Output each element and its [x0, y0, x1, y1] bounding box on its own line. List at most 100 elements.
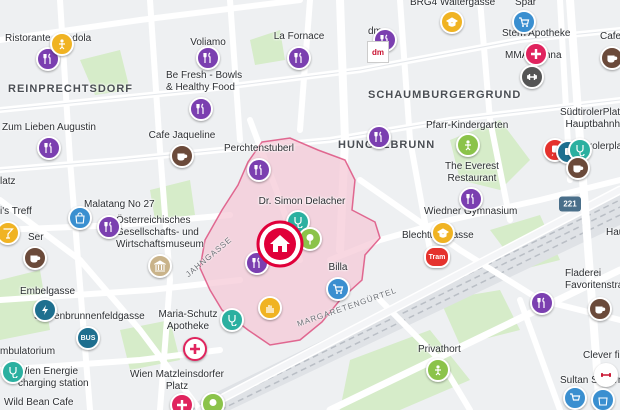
kindergarten-pin[interactable]	[426, 358, 450, 382]
restaurant-pin[interactable]	[97, 215, 121, 239]
graduation-cap-icon	[437, 228, 449, 238]
fitness-pin[interactable]	[520, 65, 544, 89]
restaurant-pin[interactable]	[530, 291, 554, 315]
shop-pin[interactable]	[68, 206, 92, 230]
kindergarten-pin[interactable]	[456, 133, 480, 157]
fork-knife-icon	[203, 52, 211, 63]
label-cafe-jaqueline: Cafe Jaqueline	[148, 130, 216, 141]
label-privathort: Privathort	[418, 344, 461, 355]
pharmacy-cross-icon	[531, 49, 541, 59]
label-oesterr-museum: Österreichisches Gesellschafts- und Wirt…	[116, 215, 204, 250]
label-platz-left: latz	[0, 176, 16, 187]
shop-pin[interactable]	[563, 386, 587, 410]
label-pfarr-kindergarten: Pfarr-Kindergarten	[426, 120, 509, 131]
coffee-cup-icon	[595, 306, 606, 314]
charging-station-pin[interactable]	[33, 298, 57, 322]
label-dr-delacher: Dr. Simon Delacher	[258, 196, 346, 207]
label-wien-matzleinsdorfer: Wien Matzleinsdorfer Platz	[130, 369, 224, 392]
fork-knife-icon	[44, 142, 52, 153]
cart-icon	[570, 393, 581, 401]
cafe-pin[interactable]	[588, 297, 612, 321]
shop-pin[interactable]	[512, 10, 536, 34]
fork-knife-icon	[43, 53, 51, 64]
graduation-cap-icon	[446, 17, 458, 27]
restaurant-pin[interactable]	[459, 187, 483, 211]
park-pin[interactable]	[201, 392, 225, 410]
shopping-bag-icon	[75, 212, 85, 224]
restaurant-pin[interactable]	[196, 46, 220, 70]
home-icon	[256, 220, 304, 268]
coffee-cup-icon	[177, 153, 188, 161]
fork-knife-icon	[374, 131, 382, 142]
restaurant-pin[interactable]	[247, 158, 271, 182]
stethoscope-icon	[9, 367, 18, 378]
museum-pin[interactable]	[148, 254, 172, 278]
cafe-pin[interactable]	[23, 246, 47, 270]
label-wien-energie: Wien Energie charging station	[18, 366, 89, 389]
district-label-schaumburgergrund: SCHAUMBURGERGRUND	[368, 89, 522, 101]
label-treff: i's Treff	[0, 206, 32, 217]
label-be-fresh: Be Fresh - Bowls & Healthy Food	[166, 70, 243, 93]
fork-knife-icon	[466, 193, 474, 204]
label-ristorante-gondola: Ristorante Gondola	[5, 33, 92, 44]
fork-knife-icon	[104, 221, 112, 232]
clinic-pin[interactable]	[1, 360, 25, 384]
cocktail-glass-icon	[3, 228, 14, 239]
pharmacy-pin[interactable]	[524, 42, 548, 66]
shopping-bag-icon	[598, 397, 608, 406]
label-cafe-top: Cafe	[600, 31, 620, 42]
label-clever-fit: Clever fi	[583, 350, 620, 361]
label-ser: Ser	[28, 232, 44, 243]
map-canvas[interactable]: REINPRECHTSDORF SCHAUMBURGERGRUND HUNGEL…	[0, 0, 620, 410]
shop-pin[interactable]	[591, 388, 615, 410]
cafe-pin[interactable]	[600, 46, 620, 70]
label-embelgasse: Embelgasse	[20, 286, 76, 297]
coffee-cup-icon	[573, 165, 584, 173]
pharmacy-cross-icon	[190, 344, 200, 354]
school-pin[interactable]	[431, 221, 455, 245]
label-ambulatorium: mbulatorium	[0, 346, 56, 357]
label-spar: Spar	[515, 0, 537, 8]
coffee-cup-icon	[30, 255, 41, 263]
label-the-everest: The Everest Restaurant	[445, 161, 499, 184]
child-icon	[59, 39, 65, 50]
child-icon	[435, 365, 441, 376]
dumbbell-icon	[527, 74, 537, 80]
school-pin[interactable]	[440, 10, 464, 34]
stethoscope-icon	[576, 145, 585, 156]
daycare-pin[interactable]	[258, 296, 282, 320]
coffee-cup-icon	[607, 55, 618, 63]
label-la-fornace: La Fornace	[273, 31, 325, 42]
tree-icon	[306, 234, 314, 245]
stethoscope-icon	[228, 315, 237, 326]
bus-stop-pin[interactable]: BUS	[76, 326, 100, 350]
label-wild-bean-cafe: Wild Bean Cafe	[4, 397, 74, 408]
district-label-reinprechtsdorf: REINPRECHTSDORF	[8, 83, 134, 95]
bolt-icon	[42, 305, 48, 315]
fitness-pin[interactable]	[594, 363, 618, 387]
restaurant-pin[interactable]	[367, 125, 391, 149]
restaurant-pin[interactable]	[37, 136, 61, 160]
label-billa: Billa	[328, 262, 348, 273]
label-suedtiroler-platz: SüdtirolerPlatz- Hauptbahnhof	[560, 107, 620, 130]
cart-icon	[333, 284, 344, 294]
restaurant-pin[interactable]	[189, 97, 213, 121]
label-sterne-apotheke: Stern Apotheke	[502, 28, 571, 39]
cart-icon	[519, 17, 530, 27]
fork-knife-icon	[537, 297, 545, 308]
school-pin[interactable]	[50, 32, 74, 56]
dm-logo-icon[interactable]: dm	[367, 41, 389, 63]
label-perchtenstuberl: Perchtenstuberl	[223, 143, 295, 154]
medical-pin[interactable]	[220, 308, 244, 332]
label-zum-lieben-augustin: Zum Lieben Augustin	[2, 122, 96, 133]
supermarket-pin[interactable]	[326, 277, 350, 301]
pharmacy-cross-icon	[177, 400, 187, 410]
pharmacy-pin[interactable]	[170, 393, 194, 410]
tram-stop-pin[interactable]: Tram	[424, 246, 450, 268]
pharmacy-pin[interactable]	[183, 337, 207, 361]
cafe-pin[interactable]	[566, 156, 590, 180]
restaurant-pin[interactable]	[287, 46, 311, 70]
cafe-pin[interactable]	[170, 144, 194, 168]
fitness-logo-icon	[601, 373, 611, 377]
home-location-marker[interactable]	[256, 220, 304, 268]
